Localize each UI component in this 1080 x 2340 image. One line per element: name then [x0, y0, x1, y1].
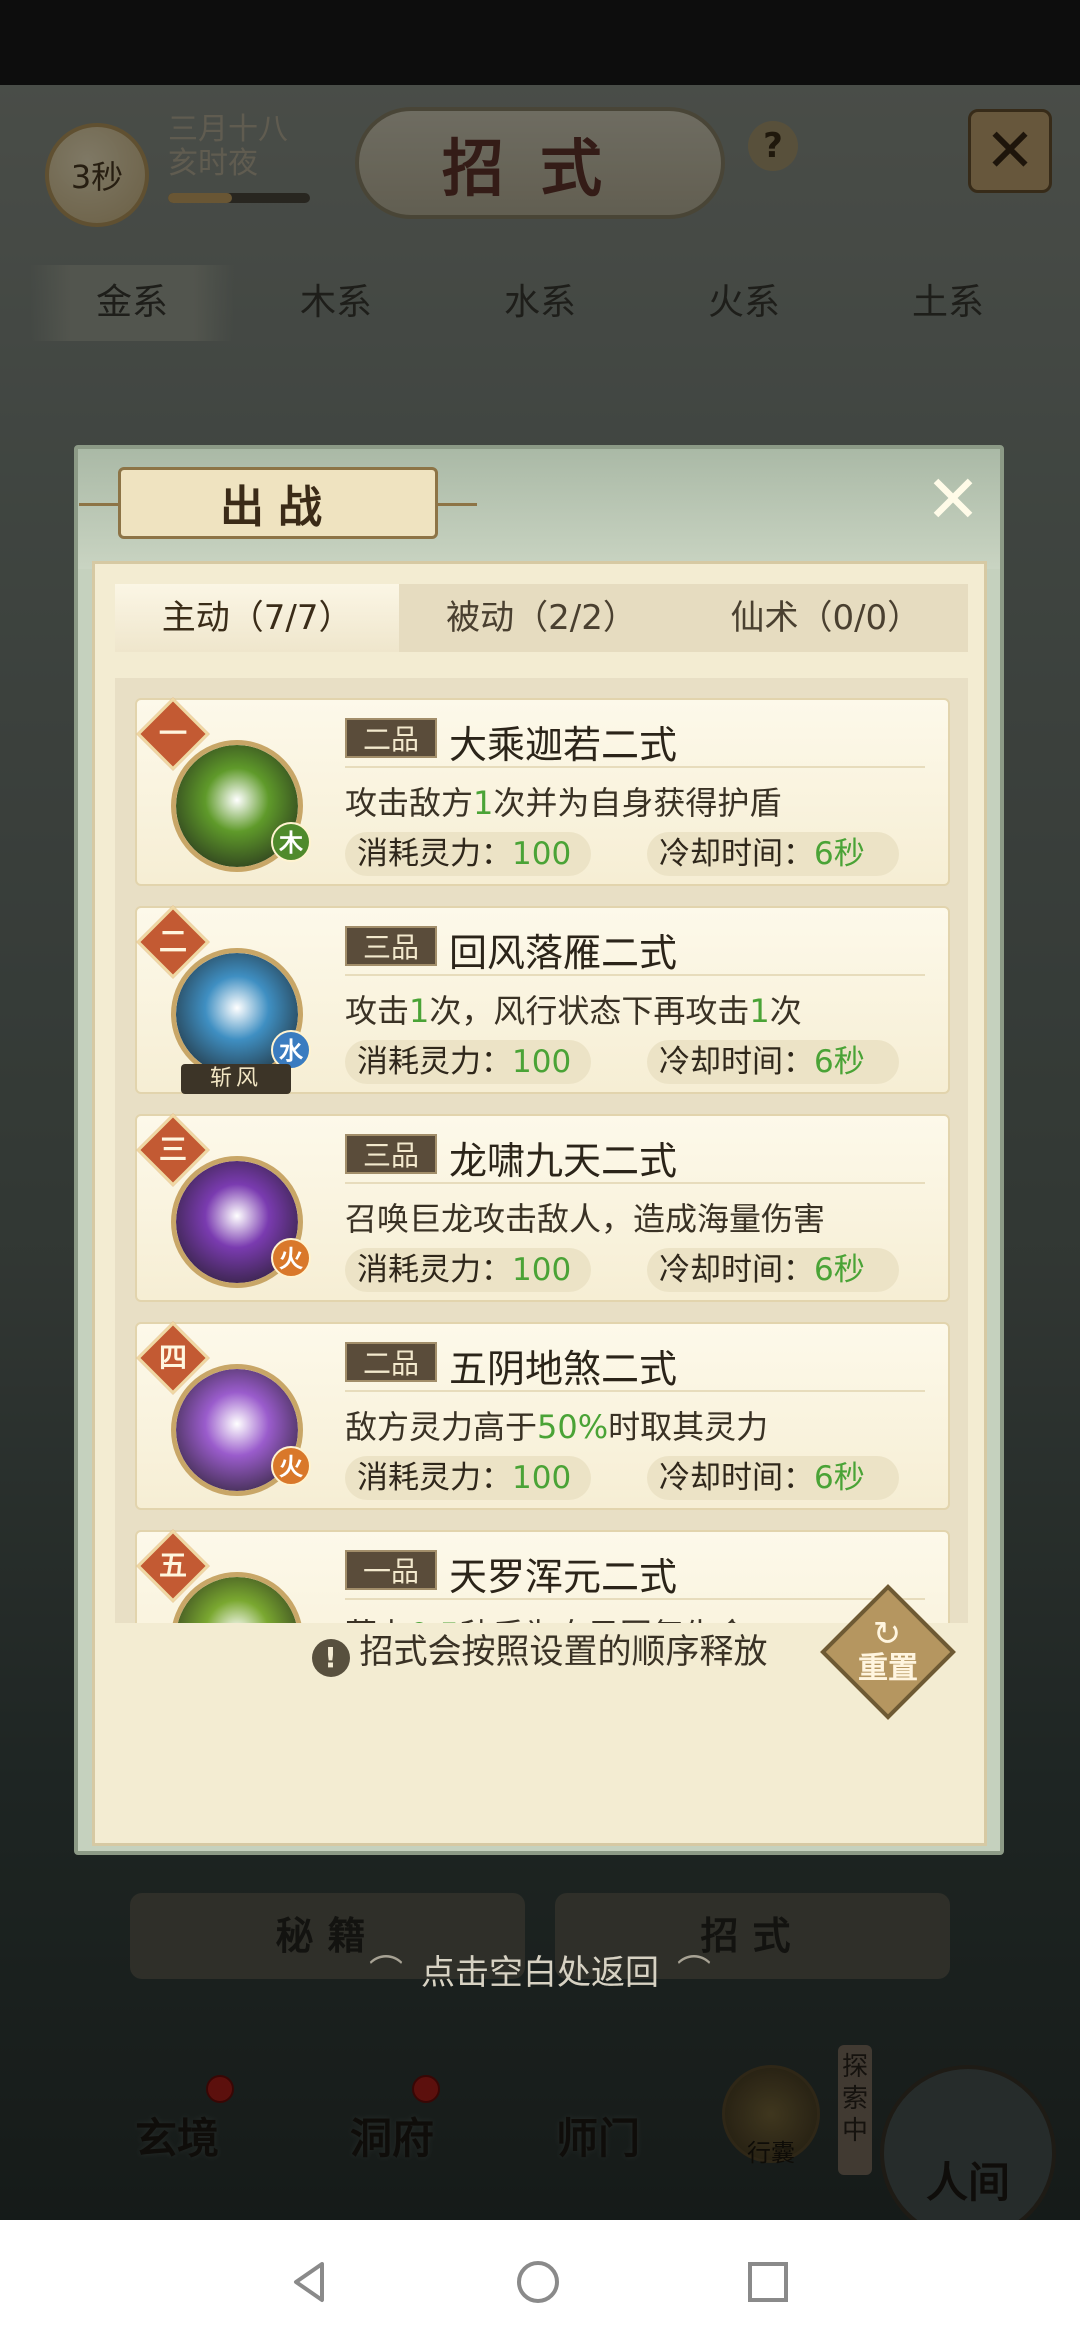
rank-number: 三	[158, 1133, 187, 1166]
desc-number: 1	[473, 784, 494, 822]
rank-number: 二	[158, 925, 187, 958]
skill-description: 攻击敌方1次并为自身获得护盾	[345, 778, 781, 824]
cooldown-label: 冷却时间：	[659, 1252, 814, 1288]
cost-value: 100	[512, 1044, 572, 1080]
modal-panel: 主动（7/7） 被动（2/2） 仙术（0/0） 一木二品 大乘迦若二式 攻击敌方1次…	[92, 561, 987, 1846]
desc-text: 蓄力	[345, 1616, 409, 1623]
element-badge: 火	[271, 1446, 311, 1486]
desc-text: 秒后为自己回复生命	[460, 1616, 748, 1623]
grade-tag: 三品	[345, 926, 437, 966]
tab-passive-skills[interactable]: 被动（2/2）	[399, 584, 683, 652]
tab-active-skills[interactable]: 主动（7/7）	[115, 584, 400, 652]
skill-name: 龙啸九天二式	[449, 1139, 678, 1183]
cooldown-value: 6秒	[814, 1252, 865, 1288]
desc-number: 1	[749, 992, 770, 1030]
skill-list[interactable]: 一木二品 大乘迦若二式 攻击敌方1次并为自身获得护盾 消耗灵力：100 冷却时间：6秒二…	[115, 678, 968, 1623]
grade-tag: 二品	[345, 1342, 437, 1382]
cost-label: 消耗灵力：	[357, 1044, 512, 1080]
ornament-right: ⌒	[677, 1953, 711, 1993]
skill-description: 攻击1次，风行状态下再攻击1次	[345, 986, 802, 1032]
element-badge: 火	[271, 1238, 311, 1278]
recents-icon[interactable]	[746, 2260, 790, 2304]
rank-number: 一	[158, 717, 187, 750]
modal-title: 出战	[79, 467, 477, 539]
divider	[345, 766, 925, 768]
skill-name: 天罗浑元二式	[449, 1555, 678, 1599]
skill-name: 大乘迦若二式	[449, 723, 678, 767]
info-icon: !	[311, 1639, 350, 1677]
grade-tag: 二品	[345, 718, 437, 758]
cost-value: 100	[512, 836, 572, 872]
desc-text: 敌方灵力高于	[345, 1408, 538, 1446]
cooldown-label: 冷却时间：	[659, 1460, 814, 1496]
rank-number: 四	[158, 1341, 187, 1374]
cost-label: 消耗灵力：	[357, 1460, 512, 1496]
tip-text: 招式会按照设置的顺序释放	[359, 1632, 768, 1672]
skill-description: 召唤巨龙攻击敌人，造成海量伤害	[345, 1194, 825, 1240]
deploy-modal: 出战 ✕ 主动（7/7） 被动（2/2） 仙术（0/0） 一木二品 大乘迦若二式攻…	[74, 445, 1004, 1855]
divider	[345, 974, 925, 976]
screen: 3秒 三月十八 亥时夜 招式 ? ✕ 金系 木系 水系 火系 土系 秘籍 招式 …	[0, 0, 1080, 2340]
rank-number: 五	[158, 1549, 187, 1582]
divider	[345, 1598, 925, 1600]
back-hint: ⌒ 点击空白处返回 ⌒	[0, 1945, 1080, 1994]
cost-label: 消耗灵力：	[357, 836, 512, 872]
cost-stat: 消耗灵力：100	[345, 1040, 591, 1084]
cooldown-stat: 冷却时间：6秒	[647, 1248, 899, 1292]
grade-tag: 三品	[345, 1134, 437, 1174]
cost-stat: 消耗灵力：100	[345, 1248, 591, 1292]
back-icon[interactable]	[288, 2260, 332, 2304]
cost-label: 消耗灵力：	[357, 1252, 512, 1288]
cooldown-value: 6秒	[814, 1044, 865, 1080]
reset-label[interactable]: 重置	[840, 1604, 936, 1700]
desc-text: 召唤巨龙攻击敌人，造成海量伤害	[345, 1200, 826, 1238]
skill-description: 敌方灵力高于50%时取其灵力	[345, 1402, 768, 1448]
divider	[345, 1390, 925, 1392]
system-nav-bar	[0, 2220, 1080, 2340]
grade-tag: 一品	[345, 1550, 437, 1590]
cooldown-value: 6秒	[814, 1460, 865, 1496]
skill-card[interactable]: 一木二品 大乘迦若二式 攻击敌方1次并为自身获得护盾 消耗灵力：100 冷却时间：6秒	[135, 697, 950, 886]
back-hint-text: 点击空白处返回	[421, 1953, 659, 1993]
cost-value: 100	[512, 1252, 572, 1288]
skill-card[interactable]: 四火二品 五阴地煞二式 敌方灵力高于50%时取其灵力 消耗灵力：100 冷却时间：6秒	[135, 1321, 950, 1510]
desc-text: 次	[769, 992, 802, 1030]
desc-text: 攻击敌方	[345, 784, 474, 822]
cooldown-value: 6秒	[814, 836, 865, 872]
desc-number: 50%	[537, 1408, 609, 1446]
skill-sub-label: 斩风	[181, 1064, 291, 1094]
desc-text: 时取其灵力	[608, 1408, 769, 1446]
skill-card[interactable]: 三火 三品 龙啸九天二式召唤巨龙攻击敌人，造成海量伤害消耗灵力：100 冷却时间：6秒	[135, 1113, 950, 1302]
desc-text: 次并为自身获得护盾	[493, 784, 782, 822]
cooldown-label: 冷却时间：	[659, 836, 814, 872]
desc-text: 次，风行状态下再攻击	[429, 992, 750, 1030]
cooldown-stat: 冷却时间：6秒	[647, 1040, 899, 1084]
element-badge: 木	[271, 822, 311, 862]
desc-number: 0.5	[409, 1616, 460, 1623]
cost-stat: 消耗灵力：100	[345, 1456, 591, 1500]
tab-immortal-arts[interactable]: 仙术（0/0）	[684, 584, 968, 652]
skill-name: 五阴地煞二式	[449, 1347, 678, 1391]
cooldown-stat: 冷却时间：6秒	[647, 1456, 899, 1500]
cost-value: 100	[512, 1460, 572, 1496]
game-area: 3秒 三月十八 亥时夜 招式 ? ✕ 金系 木系 水系 火系 土系 秘籍 招式 …	[0, 85, 1080, 2220]
skill-type-tabs: 主动（7/7） 被动（2/2） 仙术（0/0）	[115, 584, 968, 652]
close-icon[interactable]: ✕	[918, 467, 988, 537]
skill-card[interactable]: 二水斩风 三品 回风落雁二式 攻击1次，风行状态下再攻击1次 消耗灵力：100 冷却时间：…	[135, 905, 950, 1094]
skill-name: 回风落雁二式	[449, 931, 678, 975]
home-icon[interactable]	[516, 2260, 560, 2304]
desc-text: 攻击	[345, 992, 410, 1030]
ornament-left: ⌒	[369, 1953, 403, 1993]
cooldown-label: 冷却时间：	[659, 1044, 814, 1080]
skill-description: 蓄力0.5秒后为自己回复生命	[345, 1610, 748, 1623]
cost-stat: 消耗灵力：100	[345, 832, 591, 876]
desc-number: 1	[409, 992, 430, 1030]
divider	[345, 1182, 925, 1184]
skill-card[interactable]: 五一品天罗浑元二式蓄力0.5秒后为自己回复生命消耗灵力：100冷却时间：6秒	[135, 1529, 950, 1623]
cooldown-stat: 冷却时间：6秒	[647, 832, 899, 876]
